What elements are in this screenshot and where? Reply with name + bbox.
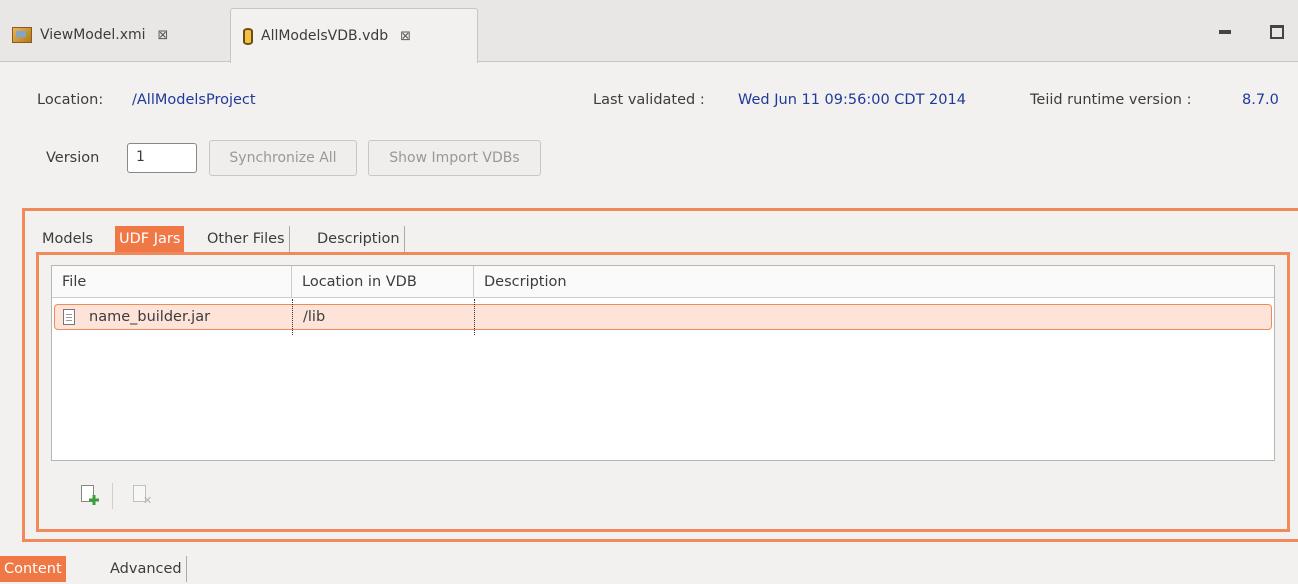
file-icon — [63, 309, 75, 325]
tab-label: ViewModel.xmi — [40, 27, 146, 43]
tab-label: Content — [4, 561, 62, 577]
column-divider — [474, 299, 475, 335]
show-import-vdbs-button[interactable]: Show Import VDBs — [368, 140, 541, 176]
tab-models[interactable]: Models — [38, 226, 97, 252]
minimize-icon[interactable] — [1219, 30, 1231, 34]
file-cell: name_builder.jar — [63, 305, 210, 329]
column-divider — [292, 299, 293, 335]
runtime-version-value: 8.7.0 — [1242, 92, 1279, 108]
close-icon[interactable]: ⊠ — [158, 28, 169, 43]
remove-file-icon[interactable]: ✕ — [133, 485, 152, 507]
toolbar-divider — [112, 483, 113, 509]
file-name: name_builder.jar — [89, 309, 211, 325]
last-validated-label: Last validated : — [593, 92, 705, 108]
tab-viewmodel-xmi[interactable]: ViewModel.xmi ⊠ — [0, 8, 230, 62]
tab-advanced[interactable]: Advanced — [106, 556, 187, 582]
synchronize-all-button[interactable]: Synchronize All — [209, 140, 357, 176]
tab-allmodelsvdb-vdb[interactable]: AllModelsVDB.vdb ⊠ — [230, 8, 478, 63]
version-label: Version — [46, 150, 100, 166]
editor-tab-bar: ViewModel.xmi ⊠ AllModelsVDB.vdb ⊠ — [0, 0, 1298, 63]
table-row[interactable]: name_builder.jar /lib — [54, 299, 1272, 335]
column-header-location[interactable]: Location in VDB — [292, 266, 474, 298]
version-input[interactable]: 1 — [127, 143, 197, 173]
add-file-icon[interactable] — [81, 485, 99, 507]
tab-content[interactable]: Content — [0, 556, 66, 582]
udf-jars-table[interactable]: File Location in VDB Description name_bu… — [51, 265, 1275, 461]
tab-label: Models — [42, 231, 94, 247]
model-package-icon — [12, 27, 32, 43]
tab-label: Advanced — [110, 561, 182, 577]
maximize-icon[interactable] — [1270, 25, 1284, 39]
column-header-file[interactable]: File — [52, 266, 292, 298]
tab-other-files[interactable]: Other Files — [203, 226, 290, 252]
location-label: Location: — [37, 92, 104, 108]
column-header-description[interactable]: Description — [474, 266, 1274, 298]
vdb-database-icon — [243, 27, 253, 45]
tab-udf-jars[interactable]: UDF Jars — [115, 226, 185, 252]
location-cell[interactable]: /lib — [303, 305, 325, 329]
runtime-version-label: Teiid runtime version : — [1030, 92, 1192, 108]
last-validated-value: Wed Jun 11 09:56:00 CDT 2014 — [738, 92, 966, 108]
tab-description[interactable]: Description — [313, 226, 405, 252]
tab-label: Other Files — [207, 231, 285, 247]
location-value: /AllModelsProject — [132, 92, 256, 108]
tab-label: UDF Jars — [119, 231, 181, 247]
close-icon[interactable]: ⊠ — [400, 29, 411, 44]
tab-label: AllModelsVDB.vdb — [261, 28, 389, 44]
tab-label: Description — [317, 231, 400, 247]
